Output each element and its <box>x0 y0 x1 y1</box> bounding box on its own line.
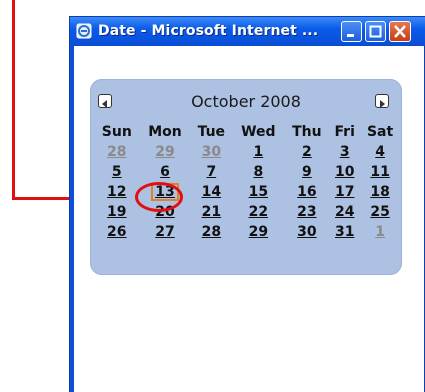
weekday-header: Sun <box>101 123 132 140</box>
calendar-day-link[interactable]: 25 <box>370 204 389 220</box>
browser-popup-window: Date - Microsoft Internet ... October 20… <box>69 16 425 392</box>
calendar-day[interactable]: 24 <box>329 202 360 222</box>
calendar-day-link[interactable]: 26 <box>107 224 126 240</box>
calendar-day[interactable]: 3 <box>329 142 360 162</box>
calendar-day-link[interactable]: 1 <box>375 224 385 240</box>
minimize-icon <box>347 34 354 37</box>
calendar-day[interactable]: 12 <box>94 182 140 202</box>
calendar-day-link[interactable]: 5 <box>112 164 122 180</box>
weekday-header: Thu <box>292 123 322 140</box>
calendar-day[interactable]: 16 <box>284 182 329 202</box>
calendar-day[interactable]: 7 <box>190 162 232 182</box>
calendar-day-link[interactable]: 12 <box>107 184 126 200</box>
weekday-header: Tue <box>197 123 226 140</box>
calendar-day[interactable]: 25 <box>360 202 400 222</box>
annotation-circle <box>135 182 183 212</box>
close-icon <box>394 25 406 38</box>
calendar-day[interactable]: 5 <box>94 162 140 182</box>
calendar-day-link[interactable]: 7 <box>206 164 216 180</box>
calendar-day-link[interactable]: 9 <box>302 164 312 180</box>
calendar-week-row: 5 6 7 8 9 10 11 <box>94 162 400 182</box>
window-content: October 2008 Sun Mon Tue Wed Thu Fri Sat <box>74 46 425 392</box>
calendar-day-link[interactable]: 2 <box>302 144 312 160</box>
calendar-day[interactable]: 23 <box>284 202 329 222</box>
calendar-day[interactable]: 29 <box>140 142 191 162</box>
calendar-day-link[interactable]: 6 <box>160 164 170 180</box>
calendar-day[interactable]: 1 <box>232 142 284 162</box>
calendar-day-link[interactable]: 19 <box>107 204 126 220</box>
calendar-day[interactable]: 27 <box>140 222 191 242</box>
weekday-header-row: Sun Mon Tue Wed Thu Fri Sat <box>94 121 400 142</box>
calendar-day-link[interactable]: 15 <box>249 184 268 200</box>
maximize-icon <box>369 25 382 38</box>
annotation-arrow-line <box>12 0 15 199</box>
calendar-day[interactable]: 10 <box>329 162 360 182</box>
calendar-day-link[interactable]: 28 <box>202 224 221 240</box>
calendar-day[interactable]: 28 <box>190 222 232 242</box>
calendar-day[interactable]: 30 <box>190 142 232 162</box>
calendar-week-row: 26 27 28 29 30 31 1 <box>94 222 400 242</box>
right-triangle-icon <box>380 100 385 108</box>
calendar-grid: Sun Mon Tue Wed Thu Fri Sat 28 29 30 1 2 3 4 5 6… <box>94 121 400 242</box>
calendar-day-link[interactable]: 23 <box>297 204 316 220</box>
maximize-button[interactable] <box>365 21 386 42</box>
next-month-button[interactable] <box>375 94 389 108</box>
calendar-day-link[interactable]: 18 <box>370 184 389 200</box>
weekday-header: Wed <box>241 123 276 140</box>
window-title: Date - Microsoft Internet ... <box>98 23 319 39</box>
close-button[interactable] <box>389 21 411 42</box>
calendar-day-link[interactable]: 3 <box>340 144 350 160</box>
calendar-day-link[interactable]: 31 <box>335 224 354 240</box>
calendar-day[interactable]: 17 <box>329 182 360 202</box>
calendar-day[interactable]: 6 <box>140 162 191 182</box>
window-titlebar[interactable]: Date - Microsoft Internet ... <box>70 17 425 46</box>
calendar-day[interactable]: 28 <box>94 142 140 162</box>
calendar-day-link[interactable]: 29 <box>249 224 268 240</box>
calendar-day[interactable]: 29 <box>232 222 284 242</box>
calendar-week-row: 28 29 30 1 2 3 4 <box>94 142 400 162</box>
calendar-day-link[interactable]: 8 <box>253 164 263 180</box>
calendar-day[interactable]: 21 <box>190 202 232 222</box>
calendar-day-link[interactable]: 10 <box>335 164 354 180</box>
weekday-header: Mon <box>148 123 182 140</box>
weekday-header: Fri <box>334 123 355 140</box>
minimize-button[interactable] <box>341 21 362 42</box>
month-label: October 2008 <box>191 92 301 111</box>
weekday-header: Sat <box>366 123 394 140</box>
calendar-day-link[interactable]: 29 <box>155 144 174 160</box>
calendar-day-link[interactable]: 30 <box>297 224 316 240</box>
calendar-day[interactable]: 19 <box>94 202 140 222</box>
internet-explorer-icon <box>76 23 92 39</box>
calendar-day[interactable]: 8 <box>232 162 284 182</box>
calendar-day[interactable]: 14 <box>190 182 232 202</box>
calendar-day[interactable]: 11 <box>360 162 400 182</box>
calendar-day[interactable]: 15 <box>232 182 284 202</box>
calendar-day[interactable]: 18 <box>360 182 400 202</box>
calendar-day[interactable]: 30 <box>284 222 329 242</box>
calendar-widget: October 2008 Sun Mon Tue Wed Thu Fri Sat <box>90 79 402 275</box>
calendar-day[interactable]: 31 <box>329 222 360 242</box>
calendar-day[interactable]: 26 <box>94 222 140 242</box>
calendar-day-link[interactable]: 11 <box>370 164 389 180</box>
calendar-day[interactable]: 22 <box>232 202 284 222</box>
calendar-day-link[interactable]: 28 <box>107 144 126 160</box>
calendar-day-link[interactable]: 21 <box>202 204 221 220</box>
calendar-day[interactable]: 2 <box>284 142 329 162</box>
calendar-day-link[interactable]: 22 <box>249 204 268 220</box>
calendar-day[interactable]: 1 <box>360 222 400 242</box>
calendar-day-link[interactable]: 16 <box>297 184 316 200</box>
calendar-day-link[interactable]: 14 <box>202 184 221 200</box>
calendar-day[interactable]: 9 <box>284 162 329 182</box>
calendar-day-link[interactable]: 4 <box>375 144 385 160</box>
calendar-day-link[interactable]: 27 <box>155 224 174 240</box>
calendar-day[interactable]: 4 <box>360 142 400 162</box>
calendar-day-link[interactable]: 17 <box>335 184 354 200</box>
calendar-day-link[interactable]: 24 <box>335 204 354 220</box>
calendar-day-link[interactable]: 30 <box>202 144 221 160</box>
calendar-day-link[interactable]: 1 <box>253 144 263 160</box>
